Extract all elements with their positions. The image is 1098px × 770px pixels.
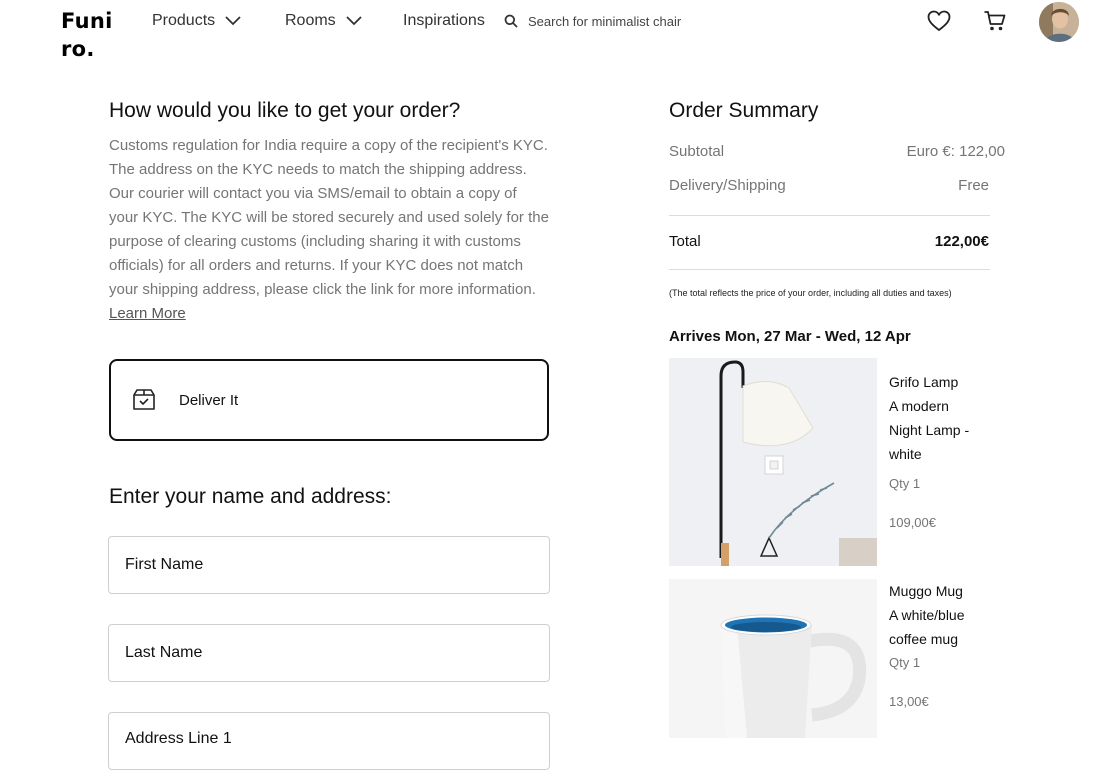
arrival-estimate: Arrives Mon, 27 Mar - Wed, 12 Apr bbox=[669, 328, 911, 345]
deliver-it-option[interactable]: Deliver It bbox=[109, 359, 549, 441]
nav-products[interactable]: Products bbox=[152, 10, 241, 32]
product-image-lamp[interactable] bbox=[669, 358, 877, 566]
order-summary-heading: Order Summary bbox=[669, 99, 819, 122]
search-bar[interactable] bbox=[504, 11, 804, 31]
product-info-mug: Muggo Mug A white/blue coffee mug Qty 1 … bbox=[889, 579, 989, 714]
divider bbox=[669, 269, 990, 270]
customs-paragraph: Customs regulation for India require a c… bbox=[109, 137, 549, 298]
nav-inspirations[interactable]: Inspirations bbox=[403, 10, 485, 32]
subtotal-label: Subtotal bbox=[669, 143, 725, 160]
product-price: 109,00€ bbox=[889, 515, 936, 530]
first-name-label: First Name bbox=[125, 556, 204, 573]
total-value: 122,00€ bbox=[934, 233, 989, 250]
avatar[interactable] bbox=[1039, 2, 1079, 42]
customs-text: Customs regulation for India require a c… bbox=[109, 134, 549, 326]
package-icon bbox=[131, 388, 157, 412]
product-price: 13,00€ bbox=[889, 694, 929, 709]
product-name: Grifo Lamp bbox=[889, 374, 959, 390]
shipping-label: Delivery/Shipping bbox=[669, 177, 786, 194]
subtotal-value: Euro €: 122,00 bbox=[906, 143, 1005, 160]
product-qty: Qty 1 bbox=[889, 655, 921, 670]
heart-icon[interactable] bbox=[926, 9, 952, 33]
learn-more-link[interactable]: Learn More bbox=[109, 305, 186, 322]
last-name-field[interactable]: Last Name bbox=[108, 624, 550, 682]
total-label: Total bbox=[669, 233, 701, 250]
product-description: Night Lamp - bbox=[889, 422, 970, 438]
chevron-down-icon bbox=[225, 16, 241, 26]
deliver-it-label: Deliver It bbox=[179, 391, 239, 409]
total-note: (The total reflects the price of your or… bbox=[669, 288, 952, 298]
address-line-1-label: Address Line 1 bbox=[125, 730, 232, 747]
nav-products-label: Products bbox=[152, 12, 216, 29]
cart-icon[interactable] bbox=[982, 9, 1008, 33]
logo[interactable]: Funiro. bbox=[61, 7, 121, 63]
nav-rooms[interactable]: Rooms bbox=[285, 10, 362, 32]
product-description: A modern bbox=[889, 398, 949, 414]
nav-inspirations-label: Inspirations bbox=[403, 12, 485, 29]
product-description: A white/blue bbox=[889, 607, 965, 623]
chevron-down-icon bbox=[346, 16, 362, 26]
address-line-1-field[interactable]: Address Line 1 bbox=[108, 712, 550, 770]
product-description: coffee mug bbox=[889, 631, 959, 647]
product-qty: Qty 1 bbox=[889, 476, 921, 491]
search-input[interactable] bbox=[528, 13, 788, 29]
nav-rooms-label: Rooms bbox=[285, 12, 336, 29]
shipping-value: Free bbox=[958, 177, 989, 194]
product-info-lamp: Grifo Lamp A modern Night Lamp - white Q… bbox=[889, 370, 989, 535]
product-name: Muggo Mug bbox=[889, 583, 963, 599]
product-description: white bbox=[889, 446, 922, 462]
address-heading: Enter your name and address: bbox=[109, 485, 392, 508]
first-name-field[interactable]: First Name bbox=[108, 536, 550, 594]
product-image-mug[interactable] bbox=[669, 579, 877, 738]
divider bbox=[669, 215, 990, 216]
search-icon[interactable] bbox=[504, 14, 518, 28]
delivery-heading: How would you like to get your order? bbox=[109, 99, 461, 122]
last-name-label: Last Name bbox=[125, 644, 203, 661]
